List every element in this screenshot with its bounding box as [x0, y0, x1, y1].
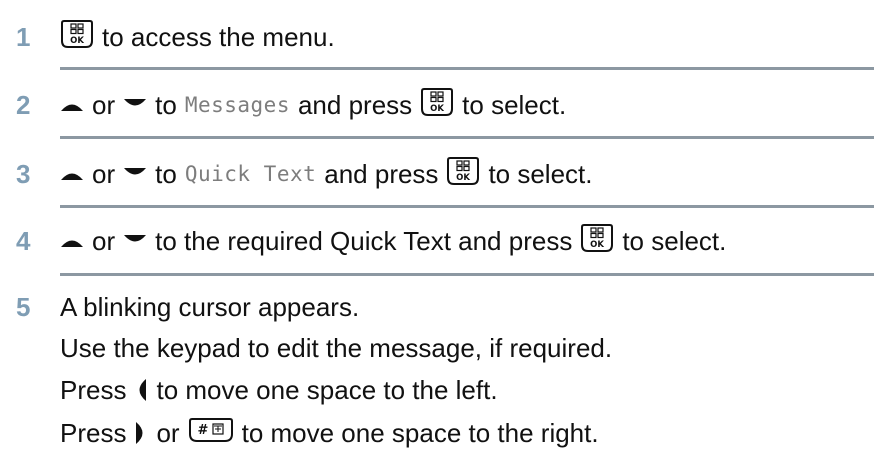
- edit-message-text: Use the keypad to edit the message, if r…: [60, 333, 613, 363]
- ok-key-label: OK: [430, 104, 444, 114]
- step-separator: [60, 205, 874, 208]
- up-arrow-icon: [61, 240, 83, 247]
- step-4-instruction: to the required Quick Text and press: [155, 226, 573, 256]
- menu-item-quick-text: Quick Text: [184, 162, 317, 186]
- menu-item-messages: Messages: [184, 93, 290, 117]
- step-text: or to Quick Text and press OK to select.: [60, 157, 593, 191]
- cursor-appears-text: A blinking cursor appears.: [60, 292, 360, 322]
- step-5-line-4: Press or # to move one space to the righ…: [60, 416, 599, 450]
- press-text: Press: [60, 375, 127, 405]
- step-separator: [60, 136, 874, 139]
- step-number: 2: [16, 90, 31, 120]
- step-separator: [60, 67, 874, 70]
- up-arrow-icon: [61, 104, 83, 111]
- down-arrow-icon: [124, 168, 147, 175]
- menu-ok-key-icon: OK: [447, 157, 480, 185]
- move-left-text: to move one space to the left.: [156, 375, 498, 405]
- step-text: or to Messages and press OK to select.: [60, 88, 566, 122]
- step-5-line-1: A blinking cursor appears.: [60, 290, 359, 324]
- right-arrow-icon: [136, 422, 143, 444]
- ok-key-label: OK: [70, 36, 84, 46]
- step-number: 1: [16, 22, 31, 52]
- menu-ok-key-icon: OK: [61, 20, 93, 48]
- step-5-line-2: Use the keypad to edit the message, if r…: [60, 331, 612, 365]
- menu-ok-key-icon: OK: [421, 88, 454, 116]
- hash-key-label: #: [197, 423, 208, 438]
- ok-key-label: OK: [457, 173, 471, 183]
- step-text: or to the required Quick Text and press …: [60, 224, 726, 258]
- step-text: OK to access the menu.: [60, 20, 335, 54]
- step-number: 5: [16, 292, 31, 322]
- step-number: 4: [16, 226, 31, 256]
- or-text: or: [92, 159, 116, 189]
- to-select-text: to select.: [622, 226, 727, 256]
- menu-ok-key-icon: OK: [581, 224, 614, 252]
- down-arrow-icon: [124, 99, 147, 106]
- to-select-text: to select.: [462, 90, 567, 120]
- to-text: to: [155, 90, 177, 120]
- left-arrow-icon: [139, 379, 147, 401]
- step-text-1: to access the menu.: [102, 22, 335, 52]
- ok-key-label: OK: [590, 240, 604, 250]
- press-text: Press: [60, 418, 127, 448]
- to-select-text: to select.: [488, 159, 593, 189]
- hash-key-icon: #: [188, 418, 233, 442]
- or-text: or: [92, 90, 116, 120]
- procedure-steps: 1 OK to access the menu. 2 or to Message…: [0, 0, 874, 463]
- to-text: to: [155, 159, 177, 189]
- step-5-line-3: Press to move one space to the left.: [60, 373, 498, 407]
- step-number: 3: [16, 159, 31, 189]
- up-arrow-icon: [61, 173, 83, 180]
- or-text: or: [156, 418, 180, 448]
- or-text: or: [92, 226, 116, 256]
- and-press-text: and press: [324, 159, 439, 189]
- move-right-text: to move one space to the right.: [241, 418, 599, 448]
- down-arrow-icon: [124, 235, 147, 242]
- and-press-text: and press: [297, 90, 413, 120]
- step-separator: [60, 273, 874, 276]
